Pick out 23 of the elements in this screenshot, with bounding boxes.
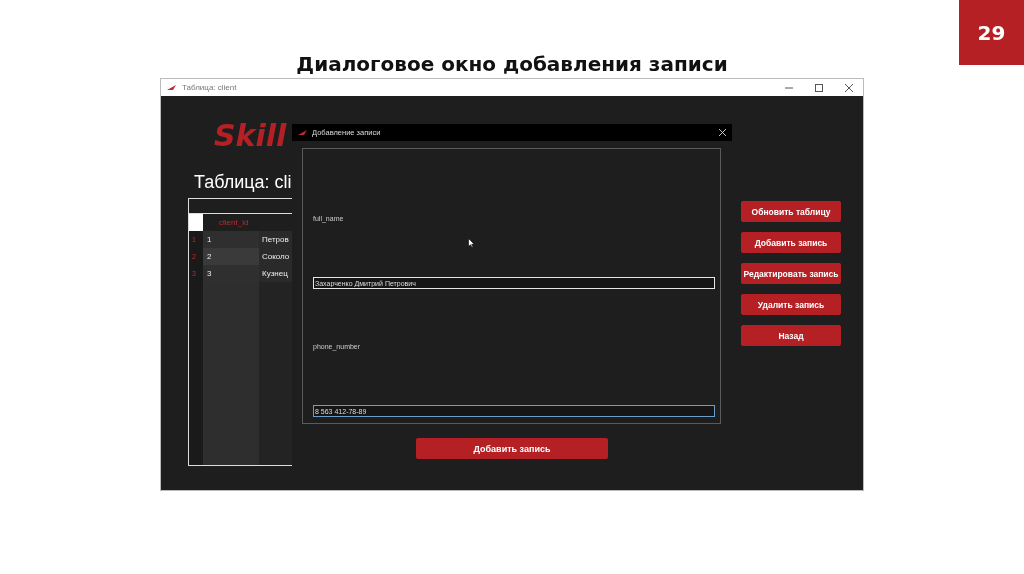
app-logo-icon: [167, 85, 176, 90]
action-button[interactable]: Назад: [741, 325, 841, 346]
window-title: Таблица: client: [182, 83, 238, 92]
table-cell: Петров: [259, 231, 292, 248]
action-button[interactable]: Добавить запись: [741, 232, 841, 253]
action-button[interactable]: Редактировать запись: [741, 263, 841, 284]
slide-title: Диалоговое окно добавления записи: [296, 52, 728, 78]
slide-number: 29: [959, 0, 1024, 65]
table-title: Таблица: cli: [194, 172, 292, 194]
app-logo: Skill: [214, 118, 288, 152]
mouse-pointer-icon: [468, 238, 475, 248]
table-cell: 1: [203, 231, 259, 248]
table-cell: 2: [203, 248, 259, 265]
add-record-button[interactable]: Добавить запись: [416, 438, 608, 459]
table-cell: Кузнец: [259, 265, 292, 282]
table-cell: Соколо: [259, 248, 292, 265]
corner-cell[interactable]: [189, 214, 203, 231]
close-icon[interactable]: [845, 83, 853, 92]
action-button[interactable]: Удалить запись: [741, 294, 841, 315]
maximize-icon[interactable]: [815, 83, 823, 92]
app-logo-icon: [298, 130, 307, 135]
table-cell: 3: [203, 265, 259, 282]
action-button[interactable]: Обновить таблицу: [741, 201, 841, 222]
